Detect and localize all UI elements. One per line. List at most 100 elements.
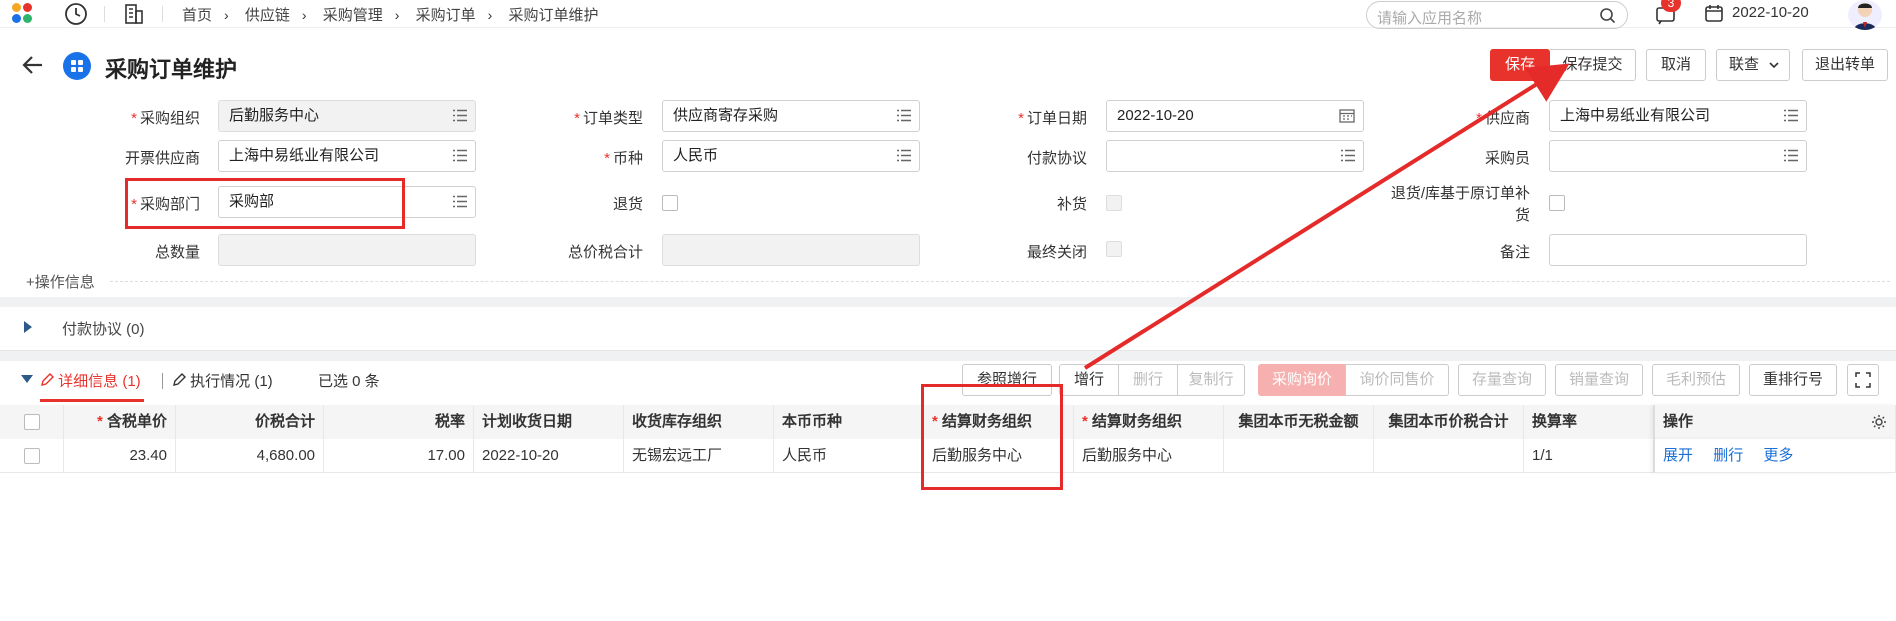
col-settle-finance-org-2[interactable]: * 结算财务组织 <box>1074 405 1224 439</box>
history-clock-icon[interactable] <box>64 2 88 26</box>
search-icon[interactable] <box>1599 7 1617 25</box>
select-all-cell <box>0 405 64 439</box>
cell-unit-price-tax[interactable]: 23.40 <box>64 439 176 473</box>
divider <box>110 281 1890 282</box>
section-gap <box>0 351 1896 361</box>
collapse-triangle-icon[interactable] <box>20 374 34 384</box>
cell-group-notax-amount[interactable] <box>1224 439 1374 473</box>
col-conversion-rate[interactable]: 换算率 <box>1524 405 1654 439</box>
operation-info-toggle[interactable]: +操作信息 <box>26 271 95 292</box>
top-bar: 首页 › 供应链 › 采购管理 › 采购订单 › 采购订单维护 请输入应用名称 3 20… <box>0 0 1896 30</box>
cell-total-tax[interactable]: 4,680.00 <box>176 439 324 473</box>
col-total-tax[interactable]: 价税合计 <box>176 405 324 439</box>
currency-label: * 币种 <box>604 150 643 167</box>
order-date-label: * 订单日期 <box>1018 110 1087 127</box>
payment-terms-section[interactable] <box>0 307 1896 351</box>
fullscreen-button[interactable] <box>1847 364 1879 396</box>
total-price-tax-label: 总价税合计 <box>567 244 643 261</box>
list-icon[interactable] <box>1341 149 1355 162</box>
chevron-right-icon: › <box>487 7 493 23</box>
select-all-checkbox[interactable] <box>24 414 40 430</box>
chevron-right-icon: › <box>224 7 229 23</box>
app-search-input[interactable]: 请输入应用名称 <box>1366 1 1628 29</box>
col-actions: 操作 <box>1654 405 1896 439</box>
breadcrumb-supply-chain[interactable]: 供应链 <box>245 4 290 25</box>
invoice-supplier-label: 开票供应商 <box>124 150 200 167</box>
chevron-right-icon: › <box>394 7 400 23</box>
breadcrumb-purchase-mgmt[interactable]: 采购管理 <box>323 4 383 25</box>
list-icon[interactable] <box>897 109 911 122</box>
col-group-notax-amount[interactable]: 集团本币无税金额 <box>1224 405 1374 439</box>
col-group-tax-total[interactable]: 集团本币价税合计 <box>1374 405 1524 439</box>
user-avatar[interactable] <box>1848 0 1882 30</box>
cell-local-currency[interactable]: 人民币 <box>774 439 924 473</box>
total-qty-field <box>218 234 476 266</box>
invoice-supplier-field[interactable]: 上海中易纸业有限公司 <box>218 140 476 172</box>
list-icon[interactable] <box>453 195 467 208</box>
sales-query-button: 销量查询 <box>1555 364 1643 396</box>
replenish-label: 补货 <box>1056 196 1087 213</box>
active-tab-indicator <box>40 399 144 402</box>
remark-field[interactable] <box>1549 234 1807 266</box>
supplier-field[interactable]: 上海中易纸业有限公司 <box>1549 100 1807 132</box>
list-icon[interactable] <box>1784 149 1798 162</box>
col-unit-price-tax[interactable]: * 含税单价 <box>64 405 176 439</box>
cell-conversion-rate[interactable]: 1/1 <box>1524 439 1654 473</box>
cell-tax-rate[interactable]: 17.00 <box>324 439 474 473</box>
currency-field[interactable]: 人民币 <box>662 140 920 172</box>
list-icon[interactable] <box>453 149 467 162</box>
calendar-icon <box>1705 5 1723 22</box>
expand-row-link[interactable]: 展开 <box>1663 447 1693 464</box>
replenish-checkbox <box>1106 195 1122 211</box>
building-icon[interactable] <box>122 2 146 26</box>
return-based-checkbox[interactable] <box>1549 195 1565 211</box>
delete-row-link[interactable]: 删行 <box>1713 447 1743 464</box>
col-receive-stock-org[interactable]: 收货库存组织 <box>624 405 774 439</box>
cell-group-tax-total[interactable] <box>1374 439 1524 473</box>
calendar-icon[interactable] <box>1339 108 1355 123</box>
row-checkbox[interactable] <box>24 448 40 464</box>
order-type-field[interactable]: 供应商寄存采购 <box>662 100 920 132</box>
selected-count: 已选 0 条 <box>318 373 380 390</box>
purchase-org-field[interactable]: 后勤服务中心 <box>218 100 476 132</box>
more-link[interactable]: 更多 <box>1763 447 1793 464</box>
list-icon[interactable] <box>897 149 911 162</box>
back-arrow-icon[interactable] <box>20 52 46 78</box>
tab-detail-label: 详细信息 (1) <box>58 373 141 390</box>
col-tax-rate[interactable]: 税率 <box>324 405 474 439</box>
list-icon[interactable] <box>1784 109 1798 122</box>
gross-estimate-button: 毛利预估 <box>1652 364 1740 396</box>
cancel-button[interactable]: 取消 <box>1646 49 1706 81</box>
pencil-icon <box>41 373 54 386</box>
row-select-cell <box>0 439 64 473</box>
col-plan-receive-date[interactable]: 计划收货日期 <box>474 405 624 439</box>
list-icon[interactable] <box>453 109 467 122</box>
col-local-currency[interactable]: 本币币种 <box>774 405 924 439</box>
tab-execution[interactable]: 执行情况 (1) <box>172 370 273 391</box>
app-logo-icon[interactable] <box>12 3 38 25</box>
breadcrumb-purchase-order[interactable]: 采购订单 <box>416 4 476 25</box>
breadcrumb-home[interactable]: 首页 <box>182 4 212 25</box>
payment-terms-label: 付款协议 <box>1026 150 1087 167</box>
column-settings-gear-icon[interactable] <box>1871 414 1887 430</box>
cell-settle-finance-org-2[interactable]: 后勤服务中心 <box>1074 439 1224 473</box>
chevron-right-icon: › <box>301 7 307 23</box>
cell-receive-stock-org[interactable]: 无锡宏远工厂 <box>624 439 774 473</box>
order-date-field[interactable]: 2022-10-20 <box>1106 100 1364 132</box>
renumber-rows-button[interactable]: 重排行号 <box>1749 364 1837 396</box>
expand-triangle-icon[interactable] <box>24 321 32 333</box>
linked-query-dropdown[interactable]: 联查 <box>1716 49 1790 81</box>
add-row-button[interactable]: 增行 <box>1059 364 1119 396</box>
pencil-icon <box>173 373 186 386</box>
return-checkbox[interactable] <box>662 195 678 211</box>
tab-detail[interactable]: 详细信息 (1) <box>40 370 141 391</box>
delete-row-button: 删行 <box>1118 364 1178 396</box>
purchase-org-label: * 采购组织 <box>131 110 200 127</box>
payment-terms-field[interactable] <box>1106 140 1364 172</box>
save-submit-button[interactable]: 保存提交 <box>1550 49 1636 81</box>
buyer-field[interactable] <box>1549 140 1807 172</box>
total-qty-label: 总数量 <box>154 244 200 261</box>
save-button[interactable]: 保存 <box>1490 49 1550 81</box>
exit-transfer-button[interactable]: 退出转单 <box>1802 49 1888 81</box>
cell-plan-receive-date[interactable]: 2022-10-20 <box>474 439 624 473</box>
